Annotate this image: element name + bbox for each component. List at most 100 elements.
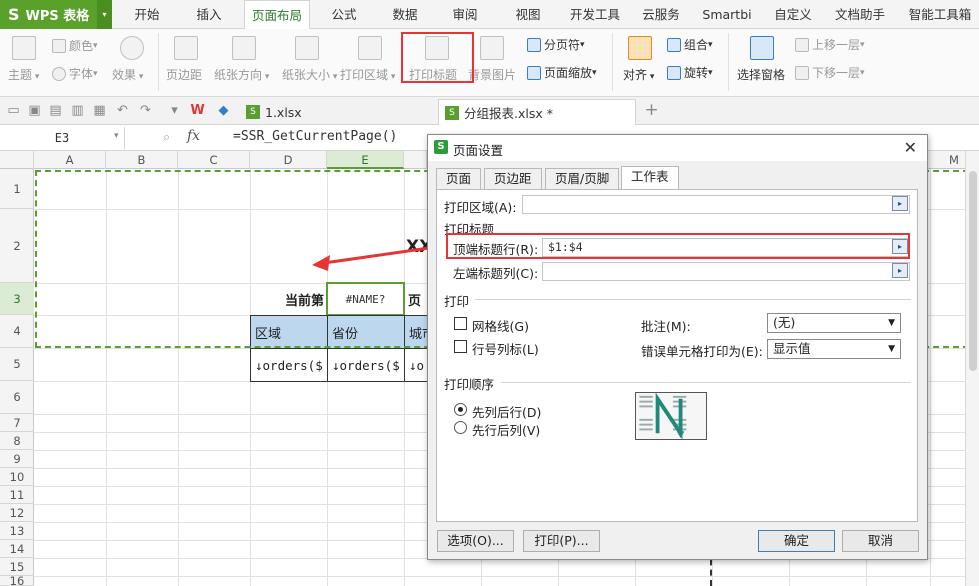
tab-custom[interactable]: 自定义 <box>770 0 816 29</box>
bring-forward-button[interactable]: 上移一层 <box>795 36 865 53</box>
format-painter-icon[interactable]: ▦ <box>92 103 107 118</box>
chevron-down-icon[interactable]: ▾ <box>167 103 182 118</box>
rotate-button[interactable]: 旋转 <box>667 64 713 81</box>
row-header-14[interactable]: 14 <box>0 540 34 558</box>
function-icon[interactable]: fx <box>187 128 200 144</box>
page-scale-button[interactable]: 页面缩放 <box>527 64 597 81</box>
margins-button[interactable]: 页边距 <box>166 66 202 83</box>
undo-icon[interactable]: ↶ <box>115 103 130 118</box>
down-then-over-label[interactable]: 先列后行(D) <box>472 402 541 421</box>
row-header-9[interactable]: 9 <box>0 450 34 468</box>
row-header-5[interactable]: 5 <box>0 348 34 381</box>
name-box[interactable]: E3 <box>0 127 125 149</box>
wps-app-menu[interactable]: S WPS 表格 ▾ <box>0 0 112 29</box>
row-header-2[interactable]: 2 <box>0 209 34 283</box>
paper-size-button[interactable]: 纸张大小 <box>282 66 337 83</box>
column-header-f[interactable] <box>404 151 427 169</box>
scrollbar-thumb[interactable] <box>969 171 977 371</box>
data-cell-province[interactable]: ↓orders($ <box>327 348 405 382</box>
send-backward-button[interactable]: 下移一层 <box>795 64 865 81</box>
row-header-1[interactable]: 1 <box>0 169 34 209</box>
new-tab-plus-icon[interactable]: + <box>644 102 659 119</box>
formula-input[interactable]: =SSR_GetCurrentPage() <box>233 129 397 144</box>
errors-select[interactable]: 显示值 ▼ <box>767 339 901 359</box>
range-picker-icon[interactable]: ▸ <box>892 263 908 278</box>
chevron-down-icon[interactable]: ▾ <box>97 0 112 29</box>
row-header-6[interactable]: 6 <box>0 381 34 414</box>
print-icon[interactable]: ▥ <box>70 103 85 118</box>
gridlines-checkbox[interactable] <box>454 317 467 330</box>
fonts-button[interactable]: 字体 <box>52 65 98 82</box>
cancel-button[interactable]: 取消 <box>842 530 919 552</box>
print-area-button[interactable]: 打印区域 <box>340 66 395 83</box>
background-image-button[interactable]: 背景图片 <box>468 66 516 83</box>
zoom-icon[interactable]: ⌕ <box>163 130 170 145</box>
tab-smartbi[interactable]: Smartbi <box>700 0 754 29</box>
print-button[interactable]: 打印(P)... <box>523 530 600 552</box>
comments-select[interactable]: (无) ▼ <box>767 313 901 333</box>
row-col-headers-checkbox[interactable] <box>454 340 467 353</box>
tab-smart-toolbox[interactable]: 智能工具箱 <box>901 0 979 29</box>
row-header-10[interactable]: 10 <box>0 468 34 486</box>
tab-page-layout[interactable]: 页面布局 <box>244 0 310 30</box>
tab-view[interactable]: 视图 <box>505 0 551 29</box>
tab-insert[interactable]: 插入 <box>186 0 232 29</box>
row-col-headers-label[interactable]: 行号列标(L) <box>472 339 539 358</box>
dialog-tab-sheet[interactable]: 工作表 <box>621 166 679 190</box>
tab-review[interactable]: 审阅 <box>442 0 488 29</box>
row-header-12[interactable]: 12 <box>0 504 34 522</box>
options-button[interactable]: 选项(O)... <box>437 530 514 552</box>
orientation-button[interactable]: 纸张方向 <box>214 66 269 83</box>
save-icon[interactable]: ▣ <box>27 103 42 118</box>
align-button[interactable]: 对齐 <box>623 66 654 83</box>
vertical-scrollbar[interactable] <box>965 151 979 586</box>
tab-cloud[interactable]: 云服务 <box>638 0 684 29</box>
dialog-tab-header-footer[interactable]: 页眉/页脚 <box>545 168 620 189</box>
tab-developer[interactable]: 开发工具 <box>566 0 624 29</box>
dialog-tab-margins[interactable]: 页边距 <box>484 168 542 189</box>
column-header-a[interactable]: A <box>34 151 106 169</box>
chevron-down-icon[interactable]: ▾ <box>114 131 119 141</box>
row-header-13[interactable]: 13 <box>0 522 34 540</box>
column-header-c[interactable]: C <box>178 151 250 169</box>
down-then-over-radio[interactable] <box>454 403 467 416</box>
print-preview-icon[interactable]: ▤ <box>48 103 63 118</box>
column-header-b[interactable]: B <box>106 151 178 169</box>
row-header-16[interactable]: 16 <box>0 576 34 586</box>
close-icon[interactable]: ✕ <box>904 138 917 157</box>
over-then-down-radio[interactable] <box>454 421 467 434</box>
cube-icon[interactable]: ◆ <box>216 103 231 118</box>
tab-home[interactable]: 开始 <box>124 0 170 29</box>
column-header-d[interactable]: D <box>250 151 327 169</box>
row-header-8[interactable]: 8 <box>0 432 34 450</box>
row-header-15[interactable]: 15 <box>0 558 34 576</box>
wps-w-icon[interactable]: W <box>190 103 205 118</box>
gridlines-label[interactable]: 网格线(G) <box>472 316 529 335</box>
left-cols-input[interactable] <box>542 262 910 281</box>
row-header-11[interactable]: 11 <box>0 486 34 504</box>
column-header-e[interactable]: E <box>327 151 404 169</box>
folder-icon[interactable]: ▭ <box>6 103 21 118</box>
doc-tab-grouped-report[interactable]: S 分组报表.xlsx * <box>438 99 636 125</box>
row-header-7[interactable]: 7 <box>0 414 34 432</box>
over-then-down-label[interactable]: 先行后列(V) <box>472 420 540 439</box>
data-cell-region[interactable]: ↓orders($ <box>250 348 328 382</box>
effects-button[interactable]: 效果 <box>112 66 143 83</box>
row-header-3[interactable]: 3 <box>0 283 34 315</box>
dialog-title-bar[interactable]: S 页面设置 ✕ <box>428 135 927 161</box>
select-all-corner[interactable] <box>0 151 34 169</box>
redo-icon[interactable]: ↷ <box>138 103 153 118</box>
tab-data[interactable]: 数据 <box>382 0 428 29</box>
colors-button[interactable]: 颜色 <box>52 37 98 54</box>
tab-doc-assistant[interactable]: 文档助手 <box>830 0 890 29</box>
doc-tab-1xlsx[interactable]: S 1.xlsx <box>240 99 436 125</box>
ok-button[interactable]: 确定 <box>758 530 835 552</box>
tab-formulas[interactable]: 公式 <box>321 0 367 29</box>
theme-button[interactable]: 主题 <box>8 66 39 83</box>
range-picker-icon[interactable]: ▸ <box>892 196 908 211</box>
group-button[interactable]: 组合 <box>667 36 713 53</box>
row-header-4[interactable]: 4 <box>0 315 34 348</box>
print-area-input[interactable] <box>522 195 910 214</box>
dialog-tab-page[interactable]: 页面 <box>436 168 482 189</box>
page-break-button[interactable]: 分页符 <box>527 36 585 53</box>
